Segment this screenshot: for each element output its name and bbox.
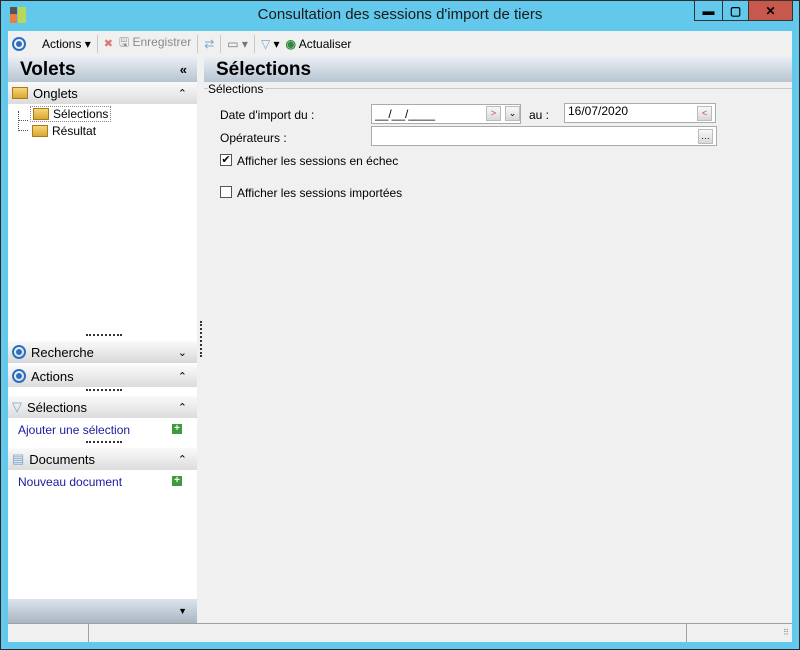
status-panel [8,624,89,642]
failed-sessions-checkbox[interactable]: ✔ [220,154,232,166]
chevron-up-icon[interactable]: ⌃ [178,87,187,100]
date-label: Date d'import du : [220,108,315,122]
group-title: Sélections [208,82,266,96]
tree-line [18,120,28,121]
au-label: au : [529,108,550,122]
chevron-up-icon[interactable]: ⌃ [178,401,187,414]
actions-pane-label: Actions [31,368,74,384]
plus-icon[interactable]: + [172,424,182,434]
delete-icon[interactable]: ✖ [104,37,113,50]
plus-icon[interactable]: + [172,476,182,486]
client-area: Actions ▾ ✖ 🖫 Enregistrer ⇄ ▭ ▾ ▽ ▾ ◉ Ac… [8,31,792,642]
minimize-button[interactable]: ▬ [694,0,723,21]
operators-input[interactable] [371,126,717,146]
target-icon [12,369,26,383]
failed-sessions-label[interactable]: Afficher les sessions en échec [237,154,398,168]
documents-label: Documents [29,451,96,467]
toolbar: Actions ▾ ✖ 🖫 Enregistrer ⇄ ▭ ▾ ▽ ▾ ◉ Ac… [8,31,792,56]
operators-label: Opérateurs : [220,131,287,145]
actions-label: Actions [42,36,82,51]
date-to-input[interactable] [564,103,716,123]
sync-icon[interactable]: ⇄ [204,37,214,51]
close-button[interactable]: ✕ [748,0,793,21]
chevron-up-icon[interactable]: ⌃ [178,453,187,466]
tree-item-selections[interactable]: Sélections [30,106,112,122]
new-document-link[interactable]: Nouveau document [18,475,122,489]
splitter[interactable] [86,334,122,336]
sidebar: Volets « Onglets ⌃ Sélections Résultat Rec… [8,57,197,623]
window-title: Consultation des sessions d'import de ti… [257,6,543,23]
tree-line [18,111,28,131]
target-icon [12,345,26,359]
splitter[interactable] [86,441,122,443]
sidebar-splitter[interactable] [200,321,202,357]
sidebar-header: Volets « [8,57,197,82]
main-header: Sélections [204,57,792,82]
date-clear-button[interactable]: < [697,106,712,121]
date-today-button[interactable]: > [486,106,501,121]
date-dropdown-button[interactable]: ⌄ [505,106,520,121]
documents-header[interactable]: ▤ Documents ⌃ [8,448,197,470]
actions-header[interactable]: Actions ⌃ [8,365,197,387]
recherche-header[interactable]: Recherche ⌄ [8,341,197,363]
status-bar: ⠿ [8,623,792,642]
folder-icon [32,125,48,137]
refresh-button[interactable]: ◉ Actualiser [286,37,352,51]
folder-icon [12,87,28,99]
open-folder-icon [33,108,49,120]
sidebar-title: Volets [20,59,76,80]
operators-browse-button[interactable]: … [698,129,713,144]
resize-grip[interactable]: ⠿ [687,624,792,642]
collapse-sidebar-button[interactable]: « [180,57,187,82]
chevron-up-icon[interactable]: ⌃ [178,370,187,383]
document-icon: ▤ [12,451,25,466]
separator [96,34,98,53]
add-selection-link[interactable]: Ajouter une sélection [18,423,130,437]
tree-item-label: Sélections [53,107,109,121]
print-icon[interactable]: ▭ ▾ [227,37,248,51]
status-panel [89,624,687,642]
save-label: Enregistrer [132,35,192,49]
tree-item-resultat[interactable]: Résultat [32,124,96,138]
separator [220,34,222,53]
maximize-button[interactable]: ▢ [722,0,749,21]
actions-menu[interactable]: Actions ▾ [42,37,91,51]
splitter[interactable] [86,389,122,391]
refresh-icon: ◉ [285,36,297,51]
filter-icon: ▽ [12,399,22,414]
group-line [204,88,792,89]
main-panel: Sélections [204,57,792,82]
selections-header[interactable]: ▽ Sélections ⌃ [8,396,197,418]
refresh-label: Actualiser [298,36,352,51]
imported-sessions-label[interactable]: Afficher les sessions importées [237,186,402,200]
recherche-label: Recherche [31,344,94,360]
target-icon [12,36,26,51]
save-button[interactable]: 🖫 Enregistrer [119,33,191,54]
main-title: Sélections [216,59,312,80]
imported-sessions-checkbox[interactable] [220,186,232,198]
tree-item-label: Résultat [52,124,97,138]
filter-icon[interactable]: ▽ ▾ [261,37,280,51]
onglets-label: Onglets [33,85,78,101]
onglets-header[interactable]: Onglets ⌃ [8,82,197,104]
sidebar-more-button[interactable]: ▼ [8,599,197,623]
selections-pane-label: Sélections [27,399,87,415]
separator [253,34,255,53]
chevron-down-icon[interactable]: ⌄ [178,346,187,359]
separator [197,34,199,53]
